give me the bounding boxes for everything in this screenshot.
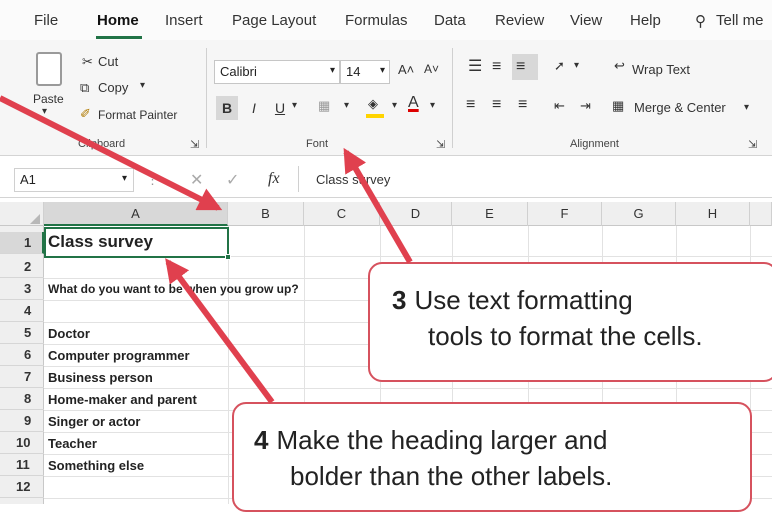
annotation-arrows (0, 95, 413, 404)
arrow-to-font-tools (343, 147, 413, 264)
arrow-to-heading-cell (165, 258, 275, 404)
arrow-to-font-group (0, 95, 223, 211)
